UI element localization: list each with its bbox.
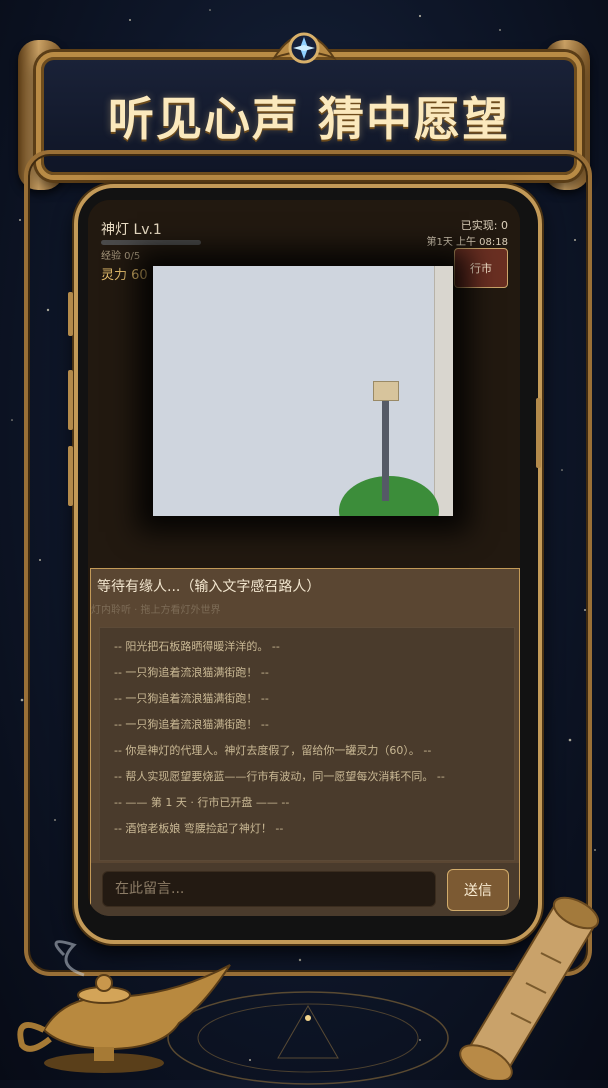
lamp-level: 神灯 Lv.1 xyxy=(101,222,162,238)
log-line: -- 一只狗追着流浪猫满街跑！ -- xyxy=(114,718,269,731)
phone-power-button xyxy=(536,398,541,468)
log-line: -- 一只狗追着流浪猫满街跑！ -- xyxy=(114,692,269,705)
gem-crest-icon xyxy=(270,18,338,82)
log-line: -- —— 第 1 天 · 行市已开盘 —— -- xyxy=(114,796,290,809)
xp-progress-bar xyxy=(101,240,201,245)
lamp-post-head xyxy=(373,381,399,401)
phone-side-button xyxy=(68,370,73,430)
chat-panel: 等待有缘人...（输入文字感召路人） 灯内聆听 · 拖上方看灯外世界 -- 阳光… xyxy=(90,568,520,916)
market-button[interactable]: 行市 xyxy=(454,248,508,288)
log-line: -- 一只狗追着流浪猫满街跑！ -- xyxy=(114,666,269,679)
outside-world-view[interactable] xyxy=(153,266,453,516)
grass-hill xyxy=(339,476,439,516)
waiting-status: 等待有缘人...（输入文字感召路人） xyxy=(97,579,321,595)
phone-side-button xyxy=(68,292,73,336)
magic-lamp-icon xyxy=(17,940,231,1073)
lamp-post xyxy=(382,391,389,501)
day-time: 第1天 上午 08:18 xyxy=(426,237,508,248)
message-log[interactable]: -- 阳光把石板路晒得暖洋洋的。 -- -- 一只狗追着流浪猫满街跑！ -- -… xyxy=(99,627,515,861)
drag-hint: 灯内聆听 · 拖上方看灯外世界 xyxy=(91,605,221,616)
log-line: -- 帮人实现愿望要烧蓝——行市有波动，同一愿望每次消耗不同。 -- xyxy=(114,770,445,783)
realized-count: 已实现: 0 xyxy=(460,219,508,232)
log-line: -- 酒馆老板娘 弯腰捡起了神灯！ -- xyxy=(114,822,284,835)
phone-screen: 神灯 Lv.1 经验 0/5 灵力 60 | 待兑 0 已实现: 0 第1天 上… xyxy=(88,200,520,916)
parchment-scroll-icon xyxy=(459,896,600,1080)
phone-side-button xyxy=(68,446,73,506)
building-wall xyxy=(434,266,453,516)
log-line: -- 你是神灯的代理人。神灯去度假了，留给你一罐灵力（60）。 -- xyxy=(114,744,432,757)
lamp-status-panel: 神灯 Lv.1 经验 0/5 灵力 60 | 待兑 0 已实现: 0 第1天 上… xyxy=(88,200,520,570)
message-input[interactable] xyxy=(102,871,436,907)
log-line: -- 阳光把石板路晒得暖洋洋的。 -- xyxy=(114,640,280,653)
banner-title: 听见心声 猜中愿望 xyxy=(107,92,510,146)
xp-text: 经验 0/5 xyxy=(101,251,141,262)
